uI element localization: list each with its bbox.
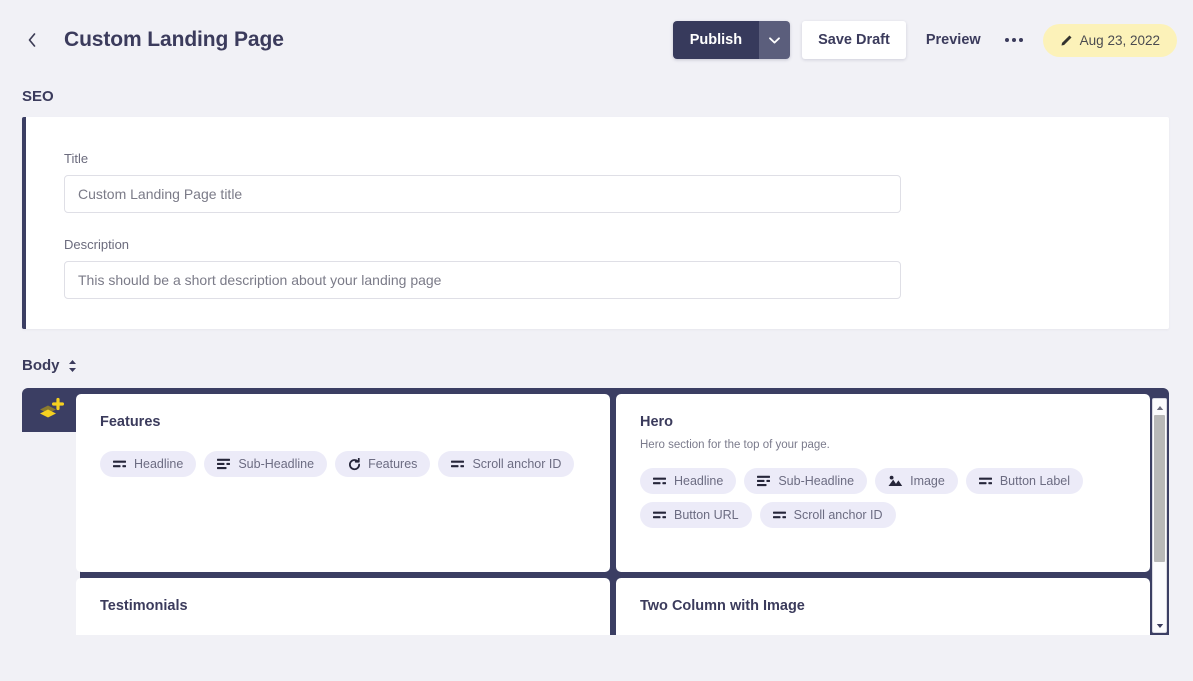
back-button[interactable] bbox=[18, 26, 46, 54]
page-title: Custom Landing Page bbox=[64, 28, 284, 51]
panel-left-gutter bbox=[22, 432, 80, 635]
more-options-button[interactable] bbox=[997, 23, 1031, 57]
sections-row: Features Headline Sub-Headline Features … bbox=[76, 394, 1150, 572]
seo-title-field: Title bbox=[26, 151, 1169, 213]
field-tag-label: Headline bbox=[674, 474, 724, 488]
seo-description-label: Description bbox=[64, 237, 130, 252]
section-title: Testimonials bbox=[100, 598, 188, 614]
text-lines-2-icon bbox=[451, 459, 465, 469]
section-card[interactable]: Features Headline Sub-Headline Features … bbox=[76, 394, 610, 572]
field-tag[interactable]: Sub-Headline bbox=[744, 468, 868, 494]
field-tag[interactable]: Scroll anchor ID bbox=[438, 451, 575, 477]
field-tag-label: Scroll anchor ID bbox=[793, 508, 883, 522]
save-draft-button[interactable]: Save Draft bbox=[802, 21, 906, 59]
section-card[interactable]: Hero Hero section for the top of your pa… bbox=[616, 394, 1150, 572]
sections-row: Testimonials Headline bbox=[76, 578, 1150, 635]
section-description: Hero section for the top of your page. bbox=[640, 439, 830, 451]
body-heading-label: Body bbox=[22, 357, 60, 374]
seo-card: Title Description bbox=[22, 117, 1169, 329]
text-lines-2-icon bbox=[113, 459, 127, 469]
field-tag-label: Button URL bbox=[674, 508, 739, 522]
field-tag[interactable]: Scroll anchor ID bbox=[759, 502, 896, 528]
chevron-down-icon bbox=[769, 36, 781, 44]
publish-date-label: Aug 23, 2022 bbox=[1079, 32, 1160, 48]
field-tag[interactable]: Sub-Headline bbox=[204, 451, 328, 477]
field-tag-label: Sub-Headline bbox=[778, 474, 855, 488]
seo-heading-label: SEO bbox=[22, 88, 54, 105]
chevron-left-icon bbox=[27, 32, 37, 48]
publish-dropdown-button[interactable] bbox=[759, 21, 791, 59]
sections-scroll-area: Features Headline Sub-Headline Features … bbox=[76, 394, 1169, 635]
top-bar: Custom Landing Page Publish Save Draft P… bbox=[0, 0, 1193, 80]
publish-button[interactable]: Publish bbox=[672, 21, 760, 59]
field-tag-label: Sub-Headline bbox=[238, 457, 315, 471]
seo-title-label: Title bbox=[64, 151, 89, 166]
section-title: Features bbox=[100, 414, 161, 430]
text-lines-2-icon bbox=[653, 510, 667, 520]
image-icon bbox=[888, 475, 903, 487]
top-actions: Publish Save Draft Preview Aug 23, 2022 bbox=[672, 21, 1177, 59]
field-tag[interactable]: Button URL bbox=[640, 502, 752, 528]
text-lines-2-icon bbox=[978, 476, 993, 486]
sections-scrollbar[interactable] bbox=[1152, 398, 1167, 633]
caret-up-icon bbox=[1156, 398, 1164, 416]
section-field-tags: Headline Sub-Headlin bbox=[640, 468, 1128, 528]
chevron-up-down-icon[interactable] bbox=[67, 358, 78, 374]
publish-button-group: Publish bbox=[672, 21, 791, 59]
seo-description-input[interactable] bbox=[64, 261, 901, 299]
ellipsis-icon bbox=[1004, 38, 1023, 42]
field-tag-label: Features bbox=[368, 457, 418, 471]
section-field-tags: Headline Sub-Headlin bbox=[100, 451, 588, 477]
seo-description-field: Description bbox=[26, 237, 1169, 299]
field-tag-label: Button Label bbox=[999, 474, 1071, 488]
field-tag[interactable]: Headline bbox=[100, 451, 197, 477]
add-section-button[interactable] bbox=[22, 388, 80, 436]
field-tag-label: Image bbox=[910, 474, 945, 488]
publish-date-badge[interactable]: Aug 23, 2022 bbox=[1042, 23, 1177, 57]
field-tag[interactable]: Headline bbox=[640, 468, 737, 494]
sections-grid: Features Headline Sub-Headline Features … bbox=[76, 394, 1150, 635]
seo-title-input[interactable] bbox=[64, 175, 901, 213]
field-tag[interactable]: Features bbox=[335, 451, 431, 477]
section-card[interactable]: Testimonials Headline bbox=[76, 578, 610, 635]
text-lines-3-icon bbox=[217, 458, 231, 470]
text-lines-2-icon bbox=[772, 510, 787, 520]
field-tag[interactable]: Image bbox=[875, 468, 958, 494]
field-tag[interactable]: Button Label bbox=[965, 468, 1084, 494]
field-tag-label: Headline bbox=[134, 457, 184, 471]
body-sections-panel: Features Headline Sub-Headline Features … bbox=[22, 388, 1169, 635]
seo-section-heading: SEO bbox=[0, 88, 1193, 105]
section-card[interactable]: Two Column with Image Headline bbox=[616, 578, 1150, 635]
section-title: Hero bbox=[640, 414, 674, 430]
scrollbar-thumb[interactable] bbox=[1154, 415, 1165, 562]
body-section-heading: Body bbox=[0, 357, 1193, 374]
scroll-down-button[interactable] bbox=[1153, 618, 1166, 631]
text-lines-2-icon bbox=[653, 476, 667, 486]
pencil-icon bbox=[1060, 34, 1073, 47]
repeat-icon bbox=[348, 457, 361, 471]
scroll-up-button[interactable] bbox=[1153, 400, 1166, 413]
text-lines-3-icon bbox=[757, 475, 771, 487]
add-layer-icon bbox=[37, 397, 65, 428]
field-tag-label: Scroll anchor ID bbox=[472, 457, 562, 471]
preview-button[interactable]: Preview bbox=[916, 21, 991, 59]
caret-down-icon bbox=[1156, 616, 1164, 634]
section-title: Two Column with Image bbox=[640, 598, 805, 614]
